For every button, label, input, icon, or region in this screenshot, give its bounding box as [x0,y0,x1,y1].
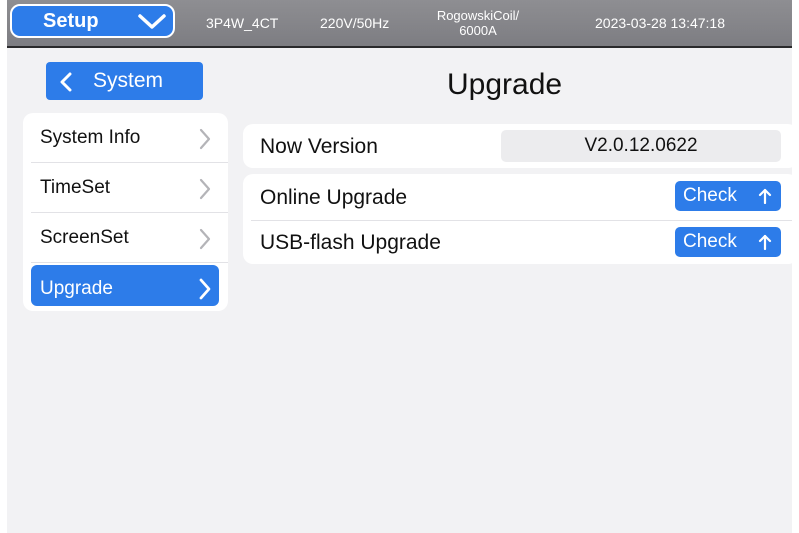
sidebar-item-timeset[interactable]: TimeSet [23,163,228,213]
upgrade-panel: Online Upgrade Check USB-flash Upgrade C… [243,174,792,264]
back-label: System [93,69,164,92]
sensor-status: RogowskiCoil/ 6000A [437,0,519,46]
version-value: V2.0.12.0622 [501,130,781,162]
back-button[interactable]: System [46,62,203,100]
online-upgrade-label: Online Upgrade [260,186,408,209]
setup-label: Setup [43,9,99,32]
sensor-type: RogowskiCoil/ [436,8,520,23]
sensor-range: 6000A [459,23,497,38]
setup-menu-button[interactable]: Setup [10,4,175,38]
sidebar-item-label: System Info [40,127,141,148]
sidebar-item-label: TimeSet [40,177,111,198]
version-panel: Now Version V2.0.12.0622 [243,124,792,168]
chevron-down-icon [138,14,166,29]
chevron-right-icon [199,228,211,250]
divider [31,262,228,263]
screen: Setup 3P4W_4CT 220V/50Hz RogowskiCoil/ 6… [7,0,792,533]
page-title: Upgrade [447,68,563,101]
sidebar-menu: System Info TimeSet ScreenSet Upgrade [23,113,228,311]
sidebar-item-system-info[interactable]: System Info [23,113,228,163]
divider [251,220,792,221]
sidebar-item-label: ScreenSet [40,227,129,248]
sidebar-item-upgrade[interactable]: Upgrade [23,264,228,314]
arrow-up-icon [758,188,772,204]
version-label: Now Version [260,135,378,158]
chevron-right-icon [199,128,211,150]
sidebar-item-label: Upgrade [40,278,113,299]
arrow-up-icon [758,234,772,250]
chevron-right-icon [199,278,211,300]
check-label: Check [683,231,737,252]
datetime: 2023-03-28 13:47:18 [595,15,725,31]
status-bar: Setup 3P4W_4CT 220V/50Hz RogowskiCoil/ 6… [7,0,792,48]
chevron-right-icon [199,178,211,200]
usb-upgrade-label: USB-flash Upgrade [260,231,441,254]
usb-check-button[interactable]: Check [675,227,781,257]
online-check-button[interactable]: Check [675,181,781,211]
wiring-status: 3P4W_4CT [206,15,279,31]
check-label: Check [683,185,737,206]
chevron-left-icon [60,72,72,92]
voltage-frequency-status: 220V/50Hz [320,15,390,31]
sidebar-item-screenset[interactable]: ScreenSet [23,213,228,263]
